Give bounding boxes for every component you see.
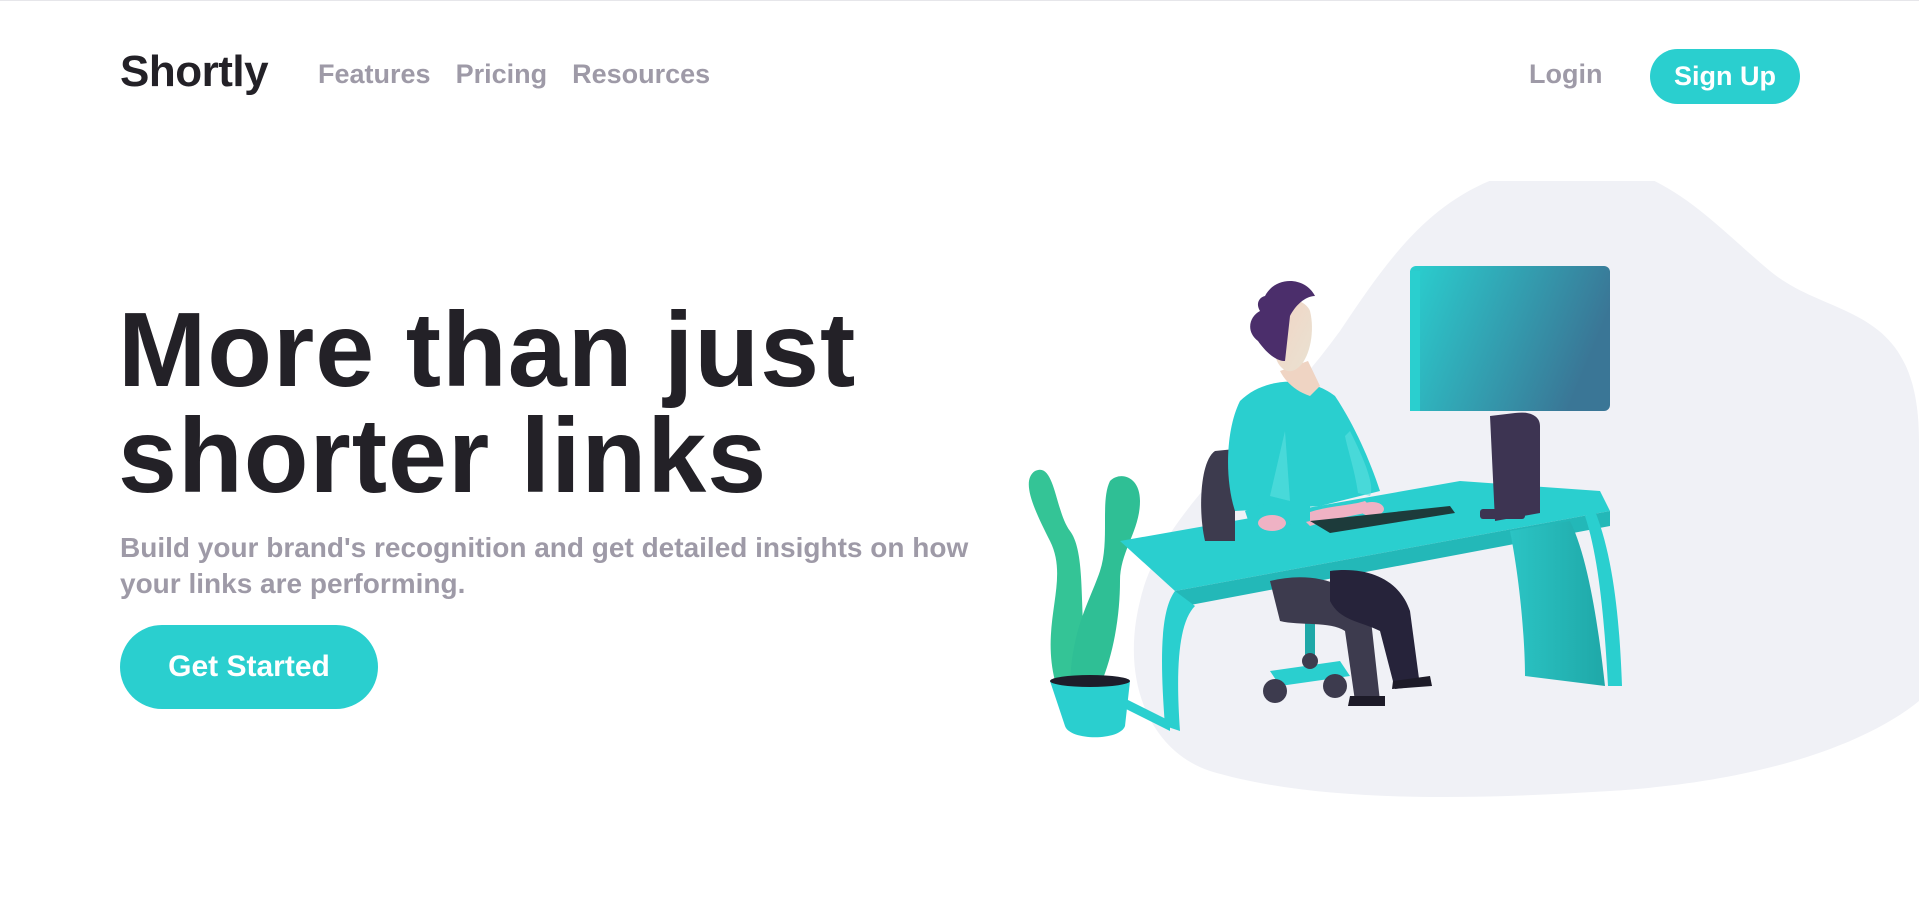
nav-link-features[interactable]: Features bbox=[318, 59, 431, 90]
get-started-button[interactable]: Get Started bbox=[120, 625, 378, 709]
landing-page: Shortly Features Pricing Resources Login… bbox=[0, 0, 1919, 905]
hero-title-line-1: More than just bbox=[118, 291, 857, 409]
login-link[interactable]: Login bbox=[1529, 59, 1602, 90]
shortly-logo[interactable]: Shortly bbox=[120, 47, 269, 97]
main-nav: Features Pricing Resources bbox=[318, 59, 735, 90]
hero-title: More than just shorter links bbox=[118, 297, 1018, 509]
hero-subtitle: Build your brand's recognition and get d… bbox=[120, 532, 969, 599]
person-working-illustration bbox=[1010, 181, 1919, 801]
hero-title-line-2: shorter links bbox=[118, 397, 768, 515]
site-header: Shortly Features Pricing Resources Login… bbox=[0, 1, 1919, 151]
plant-icon bbox=[1028, 469, 1140, 738]
nav-link-pricing[interactable]: Pricing bbox=[456, 59, 548, 90]
sign-up-button[interactable]: Sign Up bbox=[1650, 49, 1800, 104]
nav-link-resources[interactable]: Resources bbox=[572, 59, 710, 90]
